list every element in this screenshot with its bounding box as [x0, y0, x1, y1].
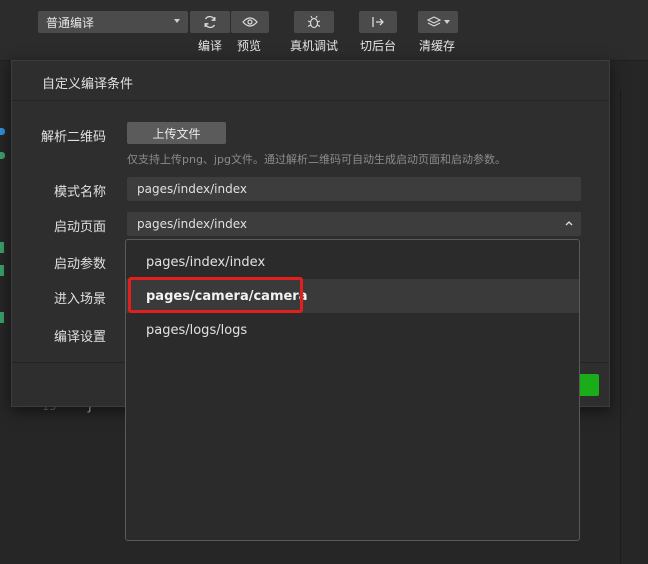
refresh-icon [204, 15, 216, 29]
gutter-marker [0, 242, 4, 253]
toolbar: 普通编译 编译 预览 真机调试 切后台 清缓存 [0, 0, 648, 60]
gutter-marker [0, 312, 4, 323]
dialog-divider [12, 100, 609, 101]
bug-icon [307, 15, 321, 29]
eye-icon [242, 17, 258, 27]
dropdown-option[interactable]: pages/logs/logs [126, 313, 579, 347]
dropdown-option[interactable]: pages/index/index [126, 245, 579, 279]
compile-mode-value: 普通编译 [46, 15, 95, 30]
mode-name-label: 模式名称 [53, 185, 106, 200]
layers-icon [426, 16, 441, 27]
preview-label: 预览 [237, 39, 262, 53]
upload-file-button[interactable]: 上传文件 [127, 122, 226, 144]
compile-label: 编译 [198, 39, 223, 53]
real-device-debug-button[interactable] [294, 11, 334, 33]
switch-background-button[interactable] [359, 11, 397, 33]
dialog-title: 自定义编译条件 [42, 77, 134, 92]
mode-name-value: pages/index/index [137, 182, 247, 196]
compile-mode-select[interactable]: 普通编译 [38, 11, 188, 33]
highlight-annotation [128, 277, 303, 313]
scene-label: 进入场景 [53, 292, 106, 307]
switch-background-icon [372, 17, 384, 27]
gutter-marker [0, 265, 4, 276]
compile-button[interactable] [190, 11, 230, 33]
dropdown-option-label: pages/logs/logs [146, 322, 248, 338]
gutter-marker [0, 152, 5, 159]
upload-hint: 仅支持上传png、jpg文件。通过解析二维码可自动生成启动页面和启动参数。 [127, 153, 506, 166]
qr-label: 解析二维码 [40, 130, 106, 145]
mode-name-input[interactable]: pages/index/index [127, 177, 581, 201]
real-device-debug-label: 真机调试 [290, 39, 339, 53]
caret-down-icon [174, 19, 180, 23]
launch-page-label: 启动页面 [53, 220, 106, 235]
caret-down-icon [443, 20, 450, 24]
gutter-marker [0, 128, 5, 135]
dropdown-option-label: pages/index/index [146, 254, 266, 270]
launch-params-label: 启动参数 [53, 257, 106, 272]
switch-background-label: 切后台 [360, 39, 397, 53]
launch-page-select[interactable]: pages/index/index [127, 212, 581, 236]
launch-page-value: pages/index/index [137, 217, 247, 231]
preview-button[interactable] [231, 11, 269, 33]
chevron-up-icon [565, 221, 573, 226]
clear-cache-button[interactable] [418, 11, 458, 33]
clear-cache-label: 清缓存 [419, 39, 456, 53]
editor-divider [620, 90, 621, 564]
compile-settings-label: 编译设置 [53, 330, 106, 345]
